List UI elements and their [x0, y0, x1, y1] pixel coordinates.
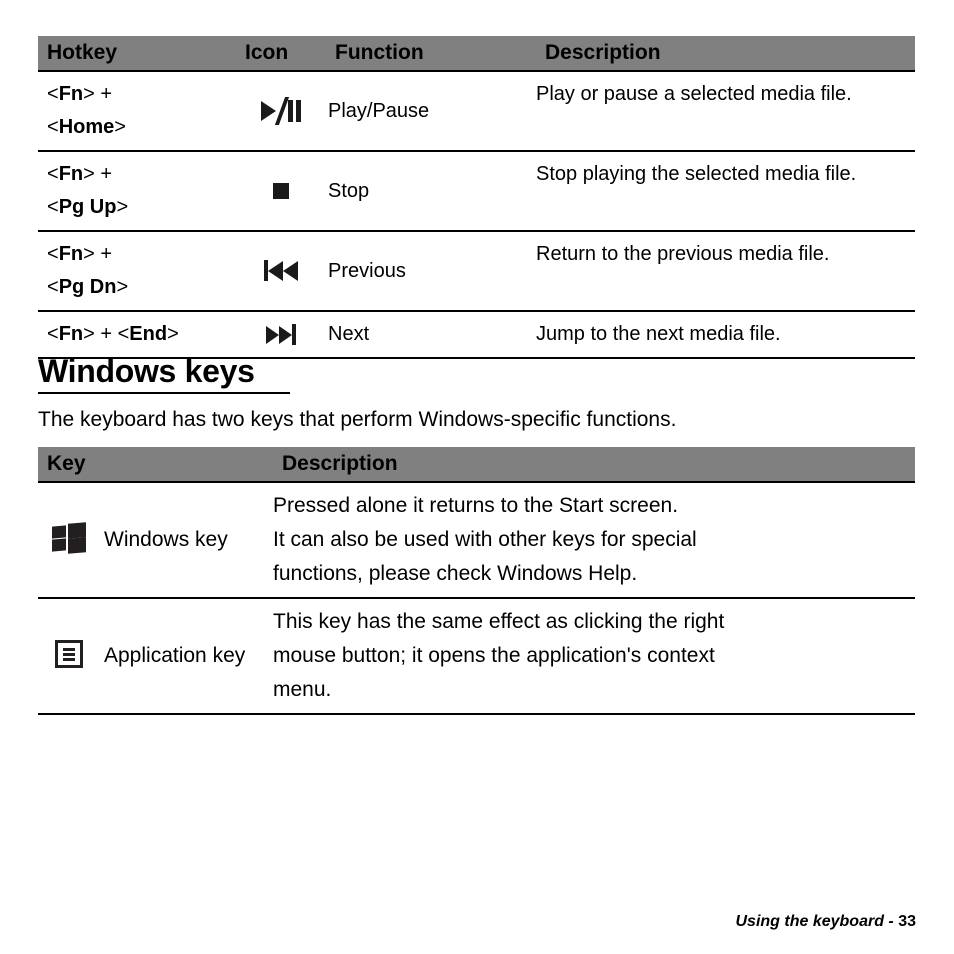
description-text: Jump to the next media file. [536, 310, 915, 359]
windows-pane-top-left [52, 525, 66, 539]
stop-icon [273, 176, 289, 206]
forward-triangle-2-icon [279, 325, 292, 344]
column-header-description: Description [536, 36, 915, 71]
hotkey-plus: > + [83, 163, 113, 185]
hotkey-bracket-close: > [114, 116, 126, 138]
table-row: <Fn> + <Pg Dn> Previous Return to the pr… [38, 230, 915, 311]
column-header-icon: Icon [236, 36, 326, 71]
hotkey-plus: > + < [83, 323, 130, 345]
rewind-triangle-2-icon [283, 260, 298, 281]
key-name-label: Application key [100, 597, 273, 715]
hotkey-bracket-open: < [47, 323, 59, 345]
intro-paragraph: The keyboard has two keys that perform W… [38, 408, 677, 431]
page-title: Windows keys [38, 352, 915, 394]
description-line: menu. [273, 678, 332, 701]
hotkey-key-pgup: Pg Up [58, 196, 117, 218]
windows-logo-icon [52, 522, 86, 554]
table-row: <Fn> + <End> Next Jump to the next media… [38, 310, 915, 359]
description-text: Stop playing the selected media file. [536, 150, 915, 231]
description-line: mouse button; it opens the application's… [273, 644, 715, 667]
function-label: Previous [326, 230, 536, 311]
icon-cell-stop [236, 150, 326, 231]
hotkey-bracket-open-2: < [47, 276, 59, 298]
icon-cell-previous [236, 230, 326, 311]
hotkey-bracket-open-2: < [47, 116, 59, 138]
hotkey-bracket-open: < [47, 243, 59, 265]
page-footer: Using the keyboard - 33 [735, 913, 916, 931]
icon-cell-next [236, 310, 326, 359]
hotkey-bracket-open: < [47, 83, 59, 105]
menu-line-1 [63, 647, 75, 651]
description-line: This key has the same effect as clicking… [273, 610, 725, 633]
hotkey-bracket-open-2: < [47, 196, 59, 218]
document-page: Hotkey Icon Function Description <Fn> + … [0, 0, 954, 954]
windows-pane-bottom-left [52, 538, 66, 552]
hotkey-bracket-close: > [116, 276, 129, 298]
previous-track-icon [264, 256, 298, 286]
hotkey-key-pgdn: Pg Dn [58, 276, 117, 298]
hotkey-key-end: End [129, 323, 168, 345]
menu-line-2 [63, 652, 75, 656]
key-name-label: Windows key [100, 481, 273, 598]
footer-separator: - [888, 913, 894, 930]
function-label: Stop [326, 150, 536, 231]
icon-cell-application-key [38, 597, 100, 715]
slash-divider-icon [274, 97, 290, 125]
hotkey-plus: > + [83, 83, 113, 105]
icon-cell-play-pause [236, 70, 326, 151]
key-description: Pressed alone it returns to the Start sc… [273, 481, 915, 598]
table-row: Application key This key has the same ef… [38, 597, 915, 715]
windows-pane-top-right [68, 522, 86, 539]
description-text: Play or pause a selected media file. [536, 70, 915, 151]
hotkey-table-header-row: Hotkey Icon Function Description [38, 36, 915, 71]
icon-cell-windows-key [38, 481, 100, 598]
hotkey-key-fn: Fn [58, 243, 84, 265]
hotkey-bracket-open: < [47, 163, 59, 185]
footer-page-number: 33 [898, 913, 916, 930]
hotkey-key-fn: Fn [58, 83, 84, 105]
column-header-function: Function [326, 36, 536, 71]
hotkey-bracket-close: > [116, 196, 129, 218]
track-end-bar-icon [292, 324, 296, 345]
rewind-triangle-1-icon [268, 260, 283, 281]
column-header-key: Key [38, 447, 273, 482]
windows-keys-table: Key Description Windows key Pressed alon… [38, 447, 915, 715]
hotkey-bracket-close: > [167, 323, 179, 345]
function-label: Play/Pause [326, 70, 536, 151]
description-line: It can also be used with other keys for … [273, 528, 697, 551]
play-triangle-icon [261, 101, 276, 121]
menu-line-3 [63, 657, 75, 661]
table-row: <Fn> + <Home> Play/Pause Play or pause a… [38, 70, 915, 151]
hotkey-key-fn: Fn [58, 163, 84, 185]
hotkey-plus: > + [83, 243, 113, 265]
play-pause-icon [261, 96, 301, 126]
description-text: Return to the previous media file. [536, 230, 915, 311]
footer-section-label: Using the keyboard [735, 913, 884, 930]
hotkey-combo-stop: <Fn> + <Pg Up> [38, 150, 236, 231]
hotkey-table: Hotkey Icon Function Description <Fn> + … [38, 36, 915, 359]
pause-bar-left-icon [288, 100, 293, 122]
windows-keys-header-row: Key Description [38, 447, 915, 482]
key-description: This key has the same effect as clicking… [273, 597, 915, 715]
description-line: functions, please check Windows Help. [273, 562, 638, 585]
windows-pane-bottom-right [68, 537, 86, 554]
forward-triangle-1-icon [266, 325, 279, 344]
hotkey-combo-next: <Fn> + <End> [38, 310, 236, 359]
next-track-icon [266, 320, 296, 350]
section-heading-text: Windows keys [38, 353, 255, 389]
hotkey-combo-playpause: <Fn> + <Home> [38, 70, 236, 151]
hotkey-combo-previous: <Fn> + <Pg Dn> [38, 230, 236, 311]
hotkey-key-fn: Fn [58, 323, 84, 345]
column-header-description: Description [273, 447, 915, 482]
application-key-icon [55, 639, 83, 668]
column-header-hotkey: Hotkey [38, 36, 236, 71]
table-row: <Fn> + <Pg Up> Stop Stop playing the sel… [38, 150, 915, 231]
hotkey-key-home: Home [58, 116, 115, 138]
function-label: Next [326, 310, 536, 359]
pause-bar-right-icon [296, 100, 301, 122]
stop-square-icon [273, 183, 289, 199]
description-line: Pressed alone it returns to the Start sc… [273, 494, 679, 517]
heading-underline [38, 392, 290, 394]
table-row: Windows key Pressed alone it returns to … [38, 481, 915, 598]
